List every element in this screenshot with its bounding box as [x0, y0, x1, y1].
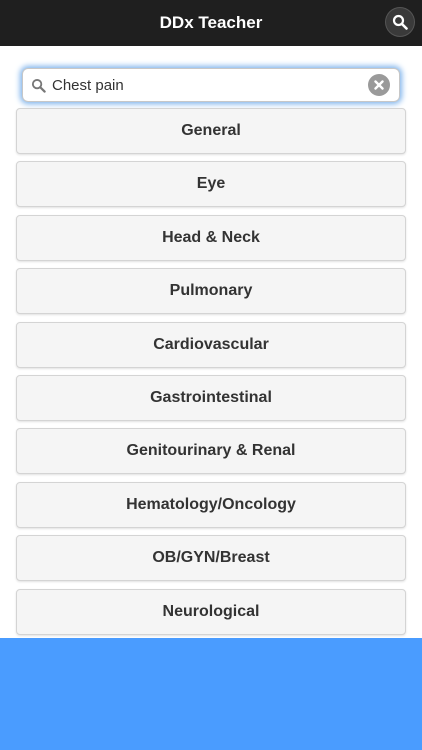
search-box[interactable] [22, 68, 400, 102]
clear-x-icon[interactable] [368, 74, 390, 96]
category-general-button[interactable]: General [16, 108, 406, 154]
app-header: DDx Teacher [0, 0, 422, 46]
category-ob-gyn-breast-button[interactable]: OB/GYN/Breast [16, 535, 406, 582]
category-list: General Eye Head & Neck Pulmonary Cardio… [16, 108, 406, 642]
category-cardiovascular-button[interactable]: Cardiovascular [16, 321, 406, 368]
category-neurological-button[interactable]: Neurological [16, 588, 406, 635]
main-content: General Eye Head & Neck Pulmonary Cardio… [0, 46, 422, 638]
category-hematology-oncology-button[interactable]: Hematology/Oncology [16, 481, 406, 528]
category-pulmonary-button[interactable]: Pulmonary [16, 268, 406, 315]
search-icon [26, 68, 50, 102]
category-genitourinary-renal-button[interactable]: Genitourinary & Renal [16, 428, 406, 475]
search-input[interactable] [50, 70, 368, 100]
header-search-button[interactable] [386, 8, 414, 36]
category-gastrointestinal-button[interactable]: Gastrointestinal [16, 374, 406, 421]
category-head-neck-button[interactable]: Head & Neck [16, 214, 406, 261]
magnifier-icon [392, 14, 408, 30]
app-title: DDx Teacher [159, 13, 263, 32]
category-eye-button[interactable]: Eye [16, 161, 406, 208]
footer-panel [0, 638, 422, 750]
